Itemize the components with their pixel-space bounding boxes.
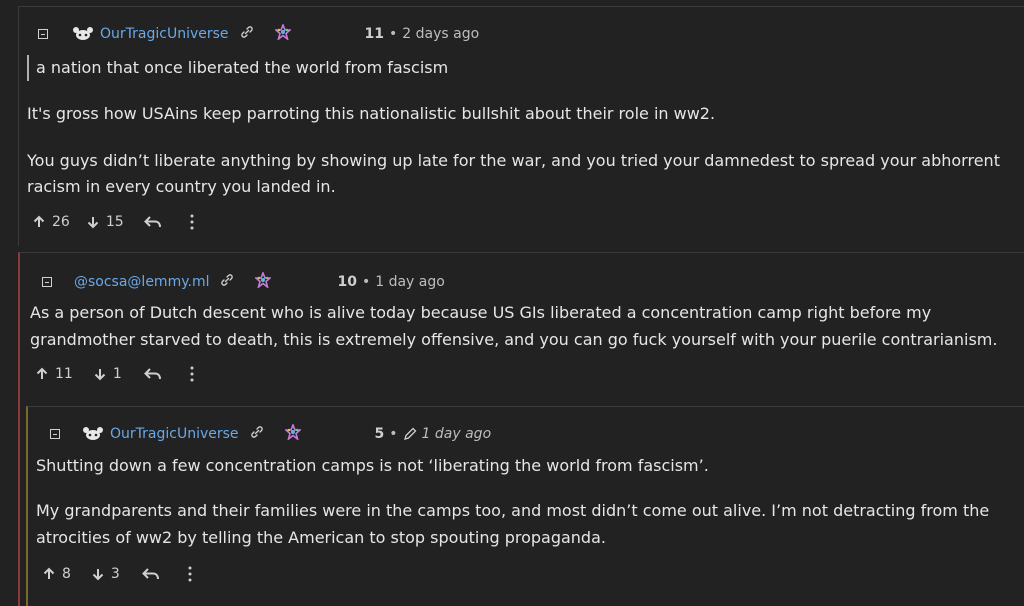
username-link[interactable]: @socsa@lemmy.ml <box>74 274 209 290</box>
arrow-down-icon <box>87 217 99 229</box>
comment-paragraph: You guys didn’t liberate anything by sho… <box>27 151 1000 170</box>
comment-actions: 8 3 <box>42 566 192 582</box>
reply-button[interactable] <box>141 567 160 581</box>
downvote-count: 15 <box>105 214 124 230</box>
avatar-icon <box>82 426 104 442</box>
username-link[interactable]: OurTragicUniverse <box>110 426 239 442</box>
comment-paragraph: It's gross how USAins keep parroting thi… <box>27 104 716 123</box>
comment-1-header: OurTragicUniverse 11 • 2 days ago <box>38 22 480 44</box>
comment-score: 5 <box>374 426 385 442</box>
downvote-count: 3 <box>110 566 120 582</box>
arrow-down-icon <box>94 369 106 381</box>
comment-paragraph: As a person of Dutch descent who is aliv… <box>30 303 932 322</box>
reply-icon <box>143 368 161 380</box>
pencil-icon <box>403 427 417 441</box>
collapse-icon[interactable] <box>42 277 52 287</box>
downvote-button[interactable]: 15 <box>86 214 124 230</box>
arrow-up-icon <box>43 567 55 579</box>
comment-3-header: OurTragicUniverse 5 • 1 day ago <box>50 422 492 444</box>
comment-paragraph: Shutting down a few concentration camps … <box>36 456 709 475</box>
arrow-up-icon <box>33 215 45 227</box>
more-button[interactable] <box>190 366 194 382</box>
avatar-icon <box>72 26 94 42</box>
username-link[interactable]: OurTragicUniverse <box>100 26 229 42</box>
more-vertical-icon <box>188 566 192 582</box>
upvote-button[interactable]: 26 <box>32 214 70 230</box>
collapse-icon[interactable] <box>50 429 60 439</box>
arrow-up-icon <box>36 367 48 379</box>
quote-block: a nation that once liberated the world f… <box>27 55 448 81</box>
comment-time: 1 day ago <box>375 274 445 290</box>
upvote-count: 8 <box>62 566 71 582</box>
reply-button[interactable] <box>143 367 162 381</box>
upvote-button[interactable]: 8 <box>42 566 71 582</box>
comment-2-header: @socsa@lemmy.ml 10 • 1 day ago <box>42 270 445 292</box>
fediverse-icon[interactable] <box>273 22 292 44</box>
reply-icon <box>143 216 161 228</box>
more-button[interactable] <box>188 566 192 582</box>
fediverse-icon[interactable] <box>254 270 273 292</box>
more-vertical-icon <box>190 366 194 382</box>
downvote-button[interactable]: 1 <box>93 366 122 382</box>
separator-dot: • <box>389 26 398 42</box>
comment-time: 2 days ago <box>402 26 480 42</box>
comment-actions: 11 1 <box>35 366 194 382</box>
collapse-icon[interactable] <box>38 29 48 39</box>
link-icon[interactable] <box>219 272 235 292</box>
downvote-button[interactable]: 3 <box>91 566 120 582</box>
comment-paragraph: My grandparents and their families were … <box>36 501 990 520</box>
upvote-count: 11 <box>55 366 73 382</box>
comment-paragraph: racism in every country you landed in. <box>27 177 336 196</box>
comment-time: 1 day ago <box>421 426 492 442</box>
link-icon[interactable] <box>239 24 255 44</box>
downvote-count: 1 <box>112 366 122 382</box>
link-icon[interactable] <box>249 424 265 444</box>
fediverse-icon[interactable] <box>283 422 302 444</box>
comment-score: 11 <box>364 26 385 42</box>
upvote-button[interactable]: 11 <box>35 366 73 382</box>
arrow-down-icon <box>92 569 104 581</box>
reply-button[interactable] <box>143 215 162 229</box>
comment-actions: 26 15 <box>32 214 194 230</box>
separator-dot: • <box>389 426 398 442</box>
more-button[interactable] <box>190 214 194 230</box>
comment-paragraph: grandmother starved to death, this is ex… <box>30 330 998 349</box>
separator-dot: • <box>361 274 371 290</box>
comment-paragraph: atrocities of ww2 by telling the America… <box>36 528 606 547</box>
reply-icon <box>141 568 159 580</box>
comment-score: 10 <box>337 274 357 290</box>
more-vertical-icon <box>190 214 194 230</box>
upvote-count: 26 <box>52 214 70 230</box>
